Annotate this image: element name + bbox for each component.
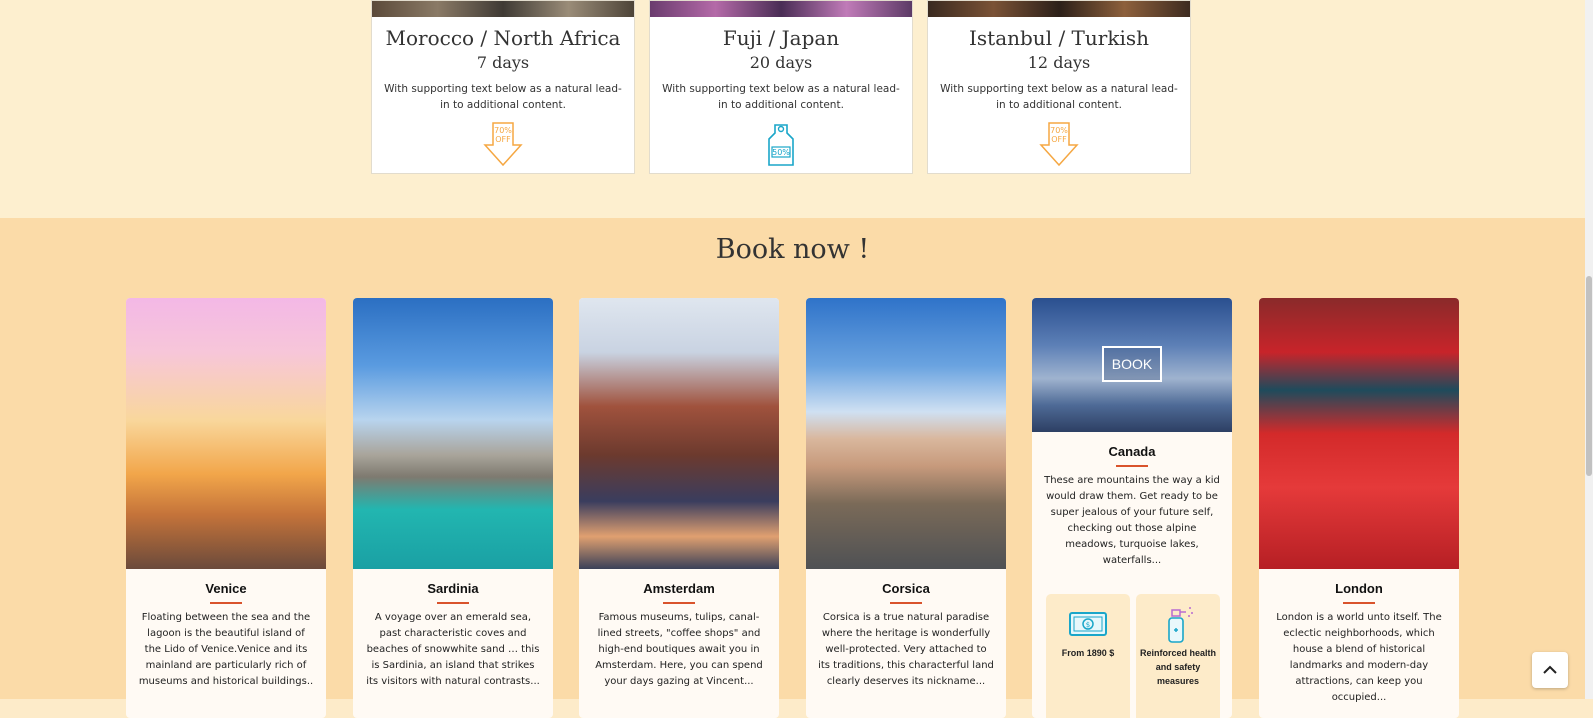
svg-text:OFF: OFF — [1051, 135, 1067, 144]
destination-name: Corsica — [882, 581, 930, 596]
destination-name: Amsterdam — [643, 581, 715, 596]
deal-duration: 20 days — [749, 53, 813, 72]
deal-card-fuji[interactable]: Fuji / Japan 20 days With supporting tex… — [649, 0, 913, 174]
deal-description: With supporting text below as a natural … — [940, 83, 1178, 111]
book-button[interactable]: BOOK — [1102, 346, 1162, 382]
title-underline — [1343, 602, 1375, 604]
deal-image — [928, 1, 1190, 17]
deal-card-morocco[interactable]: Morocco / North Africa 7 days With suppo… — [371, 0, 635, 174]
sanitizer-spray-icon — [1168, 607, 1193, 643]
title-underline — [890, 602, 922, 604]
svg-text:70%: 70% — [1050, 126, 1068, 135]
chevron-up-icon — [1543, 665, 1557, 674]
70-percent-off-tag-icon: 70% OFF — [1039, 122, 1079, 167]
corsica-image — [806, 298, 1006, 569]
svg-text:$: $ — [1086, 621, 1090, 629]
destination-name: Sardinia — [427, 581, 479, 596]
destination-description: Famous museums, tulips, canal-lined stre… — [595, 612, 763, 687]
svg-text:70%: 70% — [494, 126, 512, 135]
50-percent-price-tag-icon: 50% — [768, 124, 794, 166]
money-bill-icon: $ — [1069, 612, 1107, 636]
destination-card-canada[interactable]: BOOK Canada These are mountains the way … — [1032, 298, 1232, 718]
destination-name: London — [1335, 581, 1383, 596]
destination-name: Canada — [1108, 444, 1156, 459]
deal-duration: 12 days — [1027, 53, 1091, 72]
title-underline — [663, 602, 695, 604]
destination-card-london[interactable]: London London is a world unto itself. Th… — [1259, 298, 1459, 718]
deal-title: Istanbul / Turkish — [969, 26, 1149, 50]
feature-price: $ From 1890 $ — [1046, 594, 1130, 718]
svg-text:50%: 50% — [772, 148, 790, 157]
title-underline — [437, 602, 469, 604]
deal-duration: 7 days — [476, 53, 530, 72]
page-scrollbar[interactable] — [1585, 0, 1593, 699]
title-underline — [210, 602, 242, 604]
destination-card-sardinia[interactable]: Sardinia A voyage over an emerald sea, p… — [353, 298, 553, 718]
sardinia-image — [353, 298, 553, 569]
feature-label: Reinforced health and safety measures — [1139, 648, 1216, 686]
section-title: Book now ! — [715, 234, 870, 265]
deal-description: With supporting text below as a natural … — [662, 83, 900, 111]
feature-label: From 1890 $ — [1061, 648, 1115, 658]
amsterdam-image — [579, 298, 779, 569]
destination-card-amsterdam[interactable]: Amsterdam Famous museums, tulips, canal-… — [579, 298, 779, 718]
svg-text:OFF: OFF — [495, 135, 511, 144]
destination-name: Venice — [205, 581, 247, 596]
scroll-to-top-button[interactable] — [1532, 652, 1568, 688]
title-underline — [1116, 465, 1148, 467]
deal-image — [650, 1, 912, 17]
destination-description: A voyage over an emerald sea, past chara… — [366, 612, 540, 687]
venice-image — [126, 298, 326, 569]
destination-description: These are mountains the way a kid would … — [1044, 475, 1220, 566]
deal-title: Fuji / Japan — [722, 26, 840, 50]
destination-description: Corsica is a true natural paradise where… — [818, 612, 994, 687]
destination-description: Floating between the sea and the lagoon … — [138, 612, 314, 687]
destination-card-venice[interactable]: Venice Floating between the sea and the … — [126, 298, 326, 718]
london-image — [1259, 298, 1459, 569]
feature-safety: Reinforced health and safety measures — [1136, 594, 1220, 718]
deal-description: With supporting text below as a natural … — [384, 83, 622, 111]
deal-card-istanbul[interactable]: Istanbul / Turkish 12 days With supporti… — [927, 0, 1191, 174]
scrollbar-thumb[interactable] — [1586, 276, 1592, 476]
70-percent-off-tag-icon: 70% OFF — [483, 122, 523, 167]
destination-card-corsica[interactable]: Corsica Corsica is a true natural paradi… — [806, 298, 1006, 718]
deal-image — [372, 1, 634, 17]
deal-title: Morocco / North Africa — [385, 26, 621, 50]
destination-description: London is a world unto itself. The eclec… — [1276, 612, 1442, 703]
